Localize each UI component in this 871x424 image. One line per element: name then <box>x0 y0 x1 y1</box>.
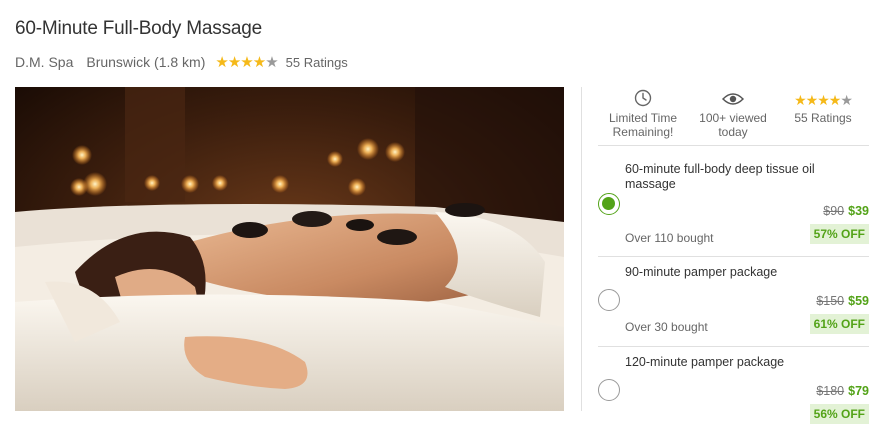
radio-button-selected[interactable] <box>598 193 620 215</box>
limited-time-line2: Remaining! <box>612 125 674 139</box>
deal-title: 60-Minute Full-Body Massage <box>15 18 262 39</box>
deal-option-2[interactable]: 90-minute pamper package $150 $59 Over 30… <box>598 257 869 347</box>
merchant-name[interactable]: D.M. Spa <box>15 54 73 70</box>
original-price: $90 <box>823 204 845 218</box>
star-icon: ★ <box>227 53 241 71</box>
viewed-line1: 100+ viewed <box>699 111 767 125</box>
deal-option-3[interactable]: 120-minute pamper package $180 $79 56% OF… <box>598 347 869 424</box>
discount-badge: 56% OFF <box>809 404 869 424</box>
viewed-stat: 100+ viewed today <box>688 87 778 139</box>
discount-badge: 61% OFF <box>809 314 869 334</box>
star-empty-icon: ★ <box>840 92 853 108</box>
option-prices: $90 $39 <box>823 204 869 218</box>
clock-icon <box>634 89 652 107</box>
star-icon: ★ <box>817 92 830 108</box>
rating-stars: ★ ★ ★ ★ ★ <box>794 92 853 108</box>
option-title: 60-minute full-body deep tissue oil mass… <box>625 162 815 191</box>
merchant-location[interactable]: Brunswick (1.8 km) <box>86 54 205 70</box>
star-icon: ★ <box>805 92 819 108</box>
sale-price: $59 <box>848 294 869 308</box>
deal-option-1[interactable]: 60-minute full-body deep tissue oil mass… <box>598 146 869 257</box>
option-title: 90-minute pamper package <box>625 265 778 279</box>
limited-time-stat: Limited Time Remaining! <box>598 87 688 139</box>
sale-price: $39 <box>848 204 869 218</box>
star-icon: ★ <box>794 92 807 108</box>
original-price: $150 <box>816 294 845 308</box>
radio-button[interactable] <box>598 379 620 401</box>
deal-hero-image <box>15 87 564 411</box>
sale-price: $79 <box>848 384 869 398</box>
star-icon: ★ <box>828 92 842 108</box>
option-bought-count: Over 30 bought <box>625 320 708 334</box>
eye-icon <box>722 93 744 105</box>
option-prices: $180 $79 <box>816 384 869 398</box>
ratings-count[interactable]: 55 Ratings <box>286 55 348 70</box>
star-empty-icon: ★ <box>265 53 278 71</box>
option-bought-count: Over 110 bought <box>625 231 714 245</box>
ratings-count: 55 Ratings <box>794 111 852 125</box>
option-prices: $150 $59 <box>816 294 869 308</box>
option-title: 120-minute pamper package <box>625 355 785 369</box>
star-icon: ★ <box>215 53 228 71</box>
deal-stats: Limited Time Remaining! 100+ viewed toda… <box>598 87 869 146</box>
radio-button[interactable] <box>598 289 620 311</box>
limited-time-line1: Limited Time <box>608 111 678 125</box>
divider <box>581 87 582 411</box>
rating-stars: ★ ★ ★ ★ ★ <box>215 53 278 71</box>
ratings-stat[interactable]: ★ ★ ★ ★ ★ 55 Ratings <box>778 87 868 125</box>
discount-badge: 57% OFF <box>809 224 869 244</box>
viewed-line2: today <box>718 125 748 139</box>
star-icon: ★ <box>240 53 253 71</box>
deal-meta: D.M. Spa Brunswick (1.8 km) ★ ★ ★ ★ ★ 55… <box>15 54 348 70</box>
original-price: $180 <box>816 384 845 398</box>
star-icon: ★ <box>252 53 266 71</box>
